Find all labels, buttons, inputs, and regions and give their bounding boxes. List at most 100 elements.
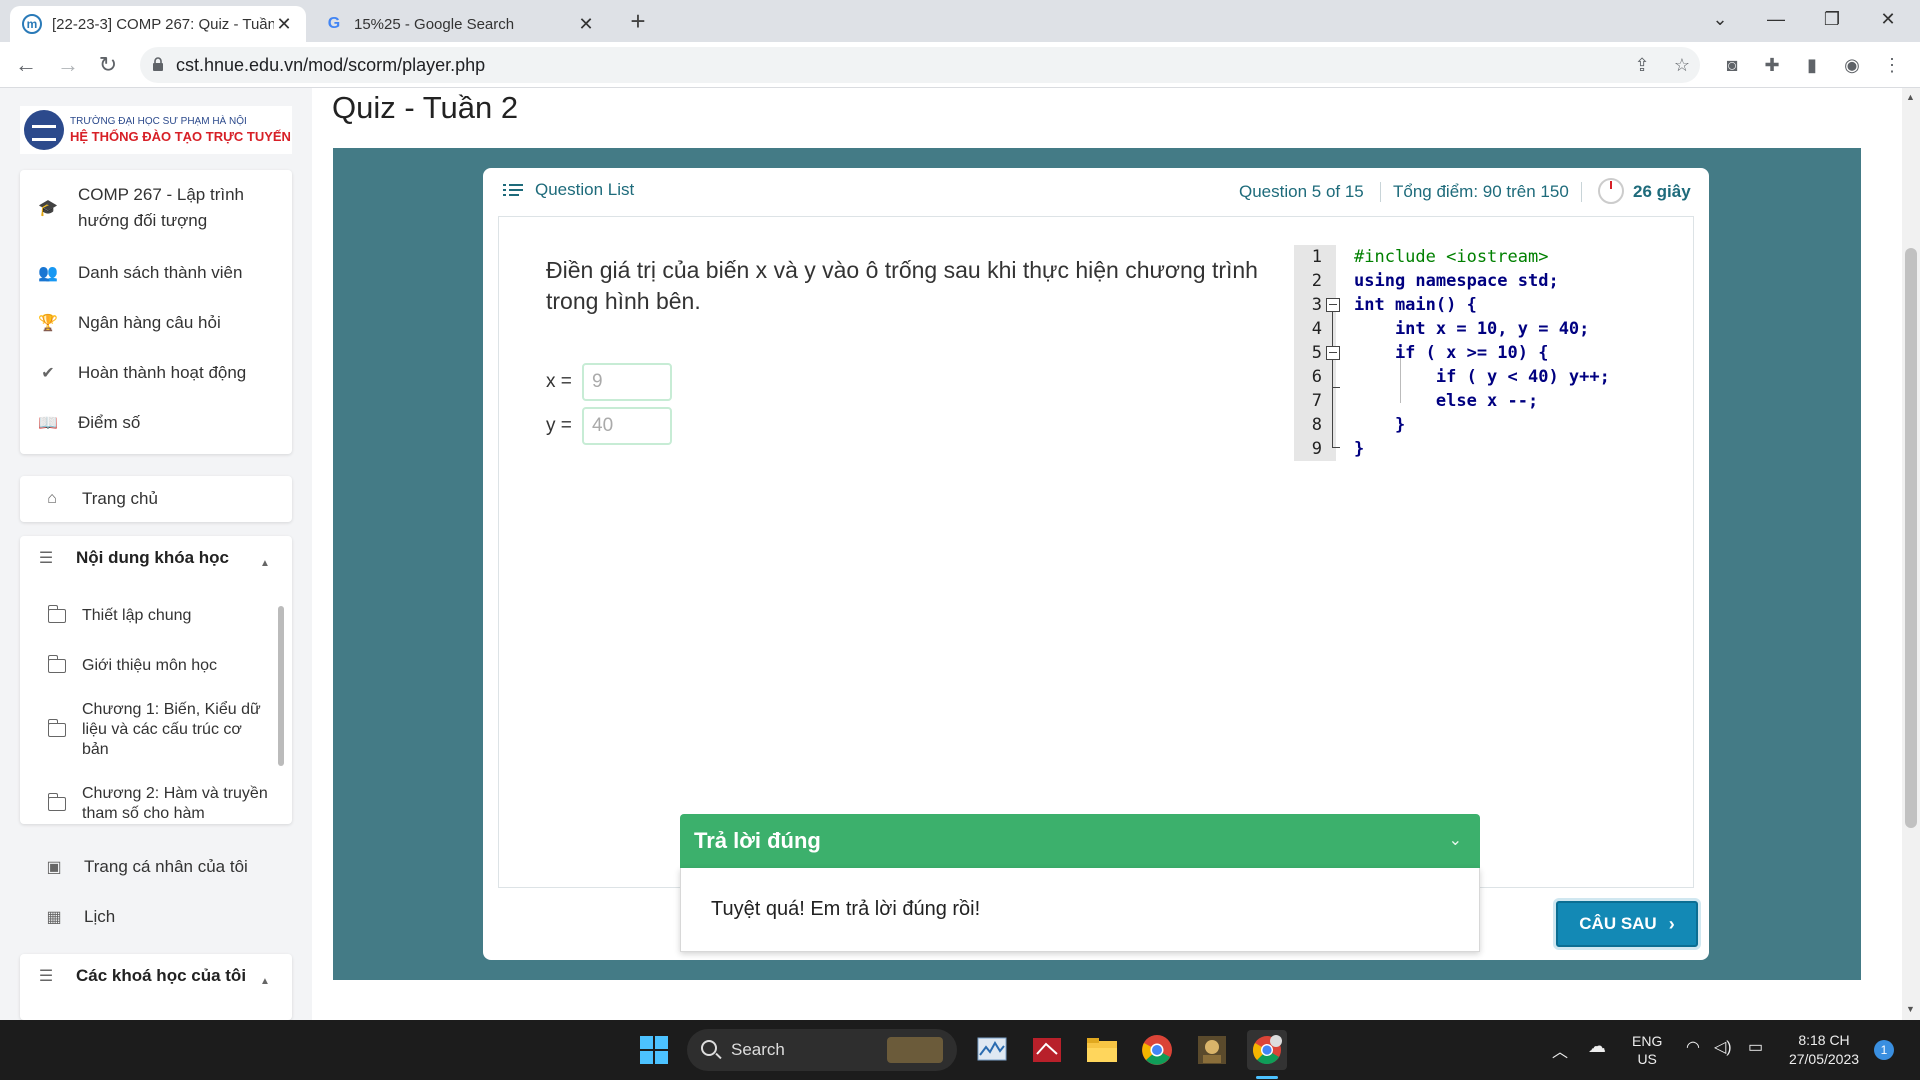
taskbar-search-box[interactable]: Search bbox=[687, 1029, 957, 1071]
address-bar[interactable]: cst.hnue.edu.vn/mod/scorm/player.php bbox=[140, 47, 1700, 83]
restore-button[interactable]: ❐ bbox=[1804, 0, 1860, 40]
sidebar-item-label: COMP 267 - Lập trình hướng đối tượng bbox=[78, 185, 244, 230]
sidebar-item-label: Hoàn thành hoạt động bbox=[78, 363, 247, 382]
question-list-label: Question List bbox=[535, 180, 635, 199]
back-button[interactable]: ← bbox=[10, 49, 42, 81]
chrome-icon[interactable] bbox=[1137, 1030, 1177, 1070]
folder-icon bbox=[48, 793, 66, 811]
extensions-icon[interactable]: ✚ bbox=[1756, 49, 1788, 81]
course-section-item[interactable]: Chương 1: Biến, Kiểu dữ liệu và các cấu … bbox=[48, 700, 268, 760]
code-line: int x = 10, y = 40; bbox=[1354, 319, 1590, 339]
feedback-panel: Trả lời đúng ⌄ Tuyệt quá! Em trả lời đún… bbox=[680, 814, 1480, 954]
folder-icon bbox=[48, 605, 66, 623]
course-section-item[interactable]: Thiết lập chung bbox=[48, 605, 191, 626]
course-content-toggle[interactable]: ☰ Nội dung khóa học bbox=[34, 548, 229, 568]
close-tab-icon[interactable]: ✕ bbox=[274, 14, 294, 35]
minimize-button[interactable]: — bbox=[1748, 0, 1804, 40]
close-window-button[interactable]: ✕ bbox=[1860, 0, 1916, 40]
question-text: Điền giá trị của biến x và y vào ô trống… bbox=[546, 257, 1258, 314]
bookmark-star-icon[interactable]: ☆ bbox=[1666, 49, 1698, 81]
sidebar-item-label: Danh sách thành viên bbox=[78, 263, 243, 282]
sidebar-item-course[interactable]: 🎓 COMP 267 - Lập trình hướng đối tượng bbox=[36, 182, 276, 234]
code-line: if ( x >= 10) { bbox=[1354, 343, 1549, 363]
tab-search-icon[interactable]: ⌄ bbox=[1692, 0, 1748, 40]
answer-input-x[interactable]: 9 bbox=[582, 363, 672, 401]
logo-university-name: TRƯỜNG ĐẠI HỌC SƯ PHẠM HÀ NỘI bbox=[70, 116, 247, 127]
course-section-item[interactable]: Giới thiệu môn học bbox=[48, 655, 217, 676]
folder-icon bbox=[48, 655, 66, 673]
reload-button[interactable]: ↻ bbox=[92, 49, 124, 81]
browser-toolbar: ← → ↻ cst.hnue.edu.vn/mod/scorm/player.p… bbox=[0, 42, 1920, 88]
profile-avatar-icon[interactable]: ◉ bbox=[1836, 49, 1868, 81]
sidebar-item-home[interactable]: ⌂ Trang chủ bbox=[40, 486, 158, 512]
share-icon[interactable]: ⇪ bbox=[1626, 49, 1658, 81]
divider bbox=[1581, 182, 1582, 202]
timer-icon bbox=[1598, 178, 1624, 204]
sidebar-item-label: Ngân hàng câu hỏi bbox=[78, 313, 221, 332]
scrollbar-thumb[interactable] bbox=[1905, 248, 1917, 828]
browser-tab-google[interactable]: G 15%25 - Google Search ✕ bbox=[312, 6, 608, 42]
tab-title: 15%25 - Google Search bbox=[354, 15, 515, 33]
sidebar-item-question-bank[interactable]: 🏆 Ngân hàng câu hỏi bbox=[36, 310, 221, 336]
answer-row-x: x = 9 bbox=[546, 363, 672, 401]
file-explorer-icon[interactable] bbox=[1082, 1030, 1122, 1070]
question-list-button[interactable]: Question List bbox=[503, 180, 634, 200]
my-courses-toggle[interactable]: ☰ Các khoá học của tôi bbox=[34, 966, 246, 986]
code-line: #include <iostream> bbox=[1354, 247, 1549, 267]
line-number: 8 bbox=[1311, 415, 1322, 435]
camera-icon[interactable]: ◙ bbox=[1716, 49, 1748, 81]
battery-icon[interactable]: ▭ bbox=[1748, 1037, 1763, 1057]
browser-menu-icon[interactable]: ⋮ bbox=[1876, 49, 1908, 81]
caret-up-icon[interactable]: ▲ bbox=[260, 976, 270, 987]
chrome-profile-icon[interactable] bbox=[1247, 1030, 1287, 1070]
volume-icon[interactable]: ◁) bbox=[1714, 1037, 1732, 1057]
logo-system-name: HỆ THỐNG ĐÀO TẠO TRỰC TUYẾN bbox=[70, 129, 291, 144]
chevron-down-icon[interactable]: ⌄ bbox=[1449, 830, 1462, 850]
users-icon: 👥 bbox=[38, 265, 58, 282]
new-tab-button[interactable]: + bbox=[622, 6, 654, 38]
sidebar-item-calendar[interactable]: ▦ Lịch bbox=[42, 904, 115, 930]
total-score: Tổng điểm: 90 trên 150 bbox=[1393, 182, 1569, 201]
task-manager-icon[interactable] bbox=[972, 1030, 1012, 1070]
wifi-icon[interactable]: ◠ bbox=[1686, 1037, 1700, 1057]
course-content-scrollbar[interactable] bbox=[278, 606, 284, 766]
feedback-header[interactable]: Trả lời đúng ⌄ bbox=[680, 814, 1480, 868]
course-section-item[interactable]: Chương 2: Hàm và truyền tham số cho hàm bbox=[48, 784, 268, 824]
clock-time: 8:18 CH bbox=[1798, 1032, 1850, 1048]
sidebar-item-participants[interactable]: 👥 Danh sách thành viên bbox=[36, 260, 242, 286]
sidebar-item-profile[interactable]: ▣ Trang cá nhân của tôi bbox=[42, 854, 247, 880]
book-icon: 📖 bbox=[38, 415, 58, 432]
scroll-up-icon[interactable]: ▲ bbox=[1906, 92, 1915, 102]
site-logo[interactable]: TRƯỜNG ĐẠI HỌC SƯ PHẠM HÀ NỘI HỆ THỐNG Đ… bbox=[20, 106, 292, 154]
sidebar-item-completion[interactable]: ✔ Hoàn thành hoạt động bbox=[36, 360, 246, 386]
dev-app-icon[interactable] bbox=[1027, 1030, 1067, 1070]
sidebar-item-label: Lịch bbox=[84, 907, 116, 926]
browser-tab-quiz[interactable]: m [22-23-3] COMP 267: Quiz - Tuần ✕ bbox=[10, 6, 306, 42]
page-scrollbar[interactable]: ▲ ▼ bbox=[1902, 88, 1920, 1020]
caret-up-icon[interactable]: ▲ bbox=[260, 558, 270, 569]
clock[interactable]: 8:18 CH 27/05/2023 bbox=[1782, 1031, 1866, 1069]
chevron-up-icon[interactable]: ︿ bbox=[1552, 1038, 1568, 1062]
page-title: Quiz - Tuần 2 bbox=[332, 90, 519, 125]
line-number: 2 bbox=[1311, 271, 1322, 291]
scroll-down-icon[interactable]: ▼ bbox=[1906, 1004, 1915, 1014]
chevron-right-icon: › bbox=[1668, 913, 1675, 934]
language-indicator[interactable]: ENG US bbox=[1632, 1032, 1662, 1068]
sidebar-item-grades[interactable]: 📖 Điểm số bbox=[36, 410, 140, 436]
next-question-button[interactable]: CÂU SAU › bbox=[1556, 901, 1698, 947]
google-favicon-icon: G bbox=[327, 15, 341, 32]
windows-start-icon[interactable] bbox=[634, 1030, 674, 1070]
close-tab-icon[interactable]: ✕ bbox=[576, 14, 596, 35]
profile-card-icon: ▣ bbox=[46, 859, 62, 876]
notification-badge[interactable]: 1 bbox=[1874, 1040, 1894, 1060]
code-line: else x --; bbox=[1354, 391, 1539, 411]
game-app-icon[interactable] bbox=[1192, 1030, 1232, 1070]
home-icon: ⌂ bbox=[47, 490, 57, 507]
side-panel-icon[interactable]: ▮ bbox=[1796, 49, 1828, 81]
code-snippet: 1 #include <iostream> 2 using namespace st… bbox=[1294, 245, 1654, 461]
code-line: } bbox=[1354, 439, 1365, 459]
forward-button[interactable]: → bbox=[52, 49, 84, 81]
onedrive-cloud-icon[interactable]: ☁ bbox=[1588, 1036, 1606, 1057]
answer-input-y[interactable]: 40 bbox=[582, 407, 672, 445]
answer-label: x = bbox=[546, 371, 572, 392]
